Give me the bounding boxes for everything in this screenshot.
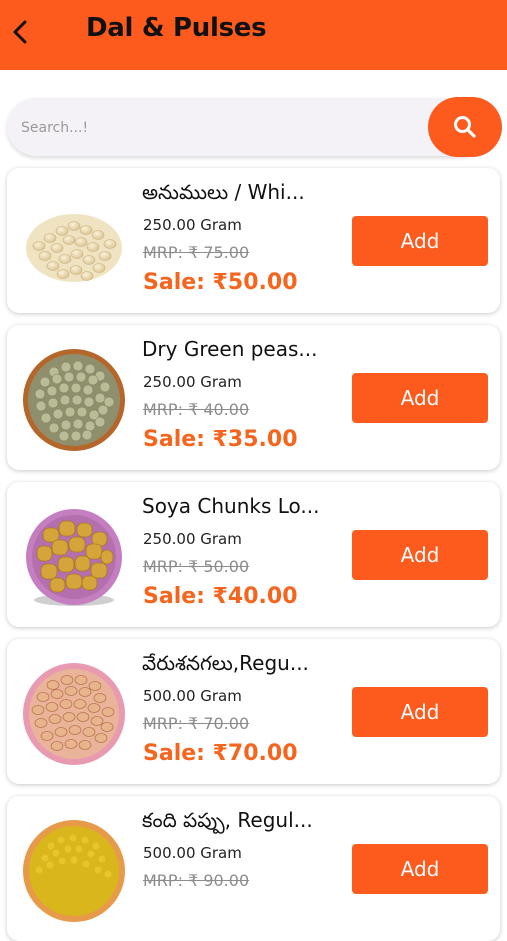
add-to-cart-button[interactable]: Add <box>352 530 488 580</box>
add-to-cart-button[interactable]: Add <box>352 216 488 266</box>
add-to-cart-button[interactable]: Add <box>352 687 488 737</box>
product-sale-price: Sale: ₹50.00 <box>143 270 298 295</box>
product-card[interactable]: కంది పప్పు, Regul... 500.00 Gram MRP: ₹ … <box>7 796 500 941</box>
product-name: Dry Green peas... <box>142 337 318 361</box>
product-name: అనుములు / Whi... <box>142 180 305 204</box>
add-to-cart-button[interactable]: Add <box>352 844 488 894</box>
product-card[interactable]: అనుములు / Whi... 250.00 Gram MRP: ₹ 75.0… <box>7 168 500 313</box>
product-sale-price: Sale: ₹35.00 <box>143 427 298 452</box>
product-card[interactable]: Soya Chunks Lo... 250.00 Gram MRP: ₹ 50.… <box>7 482 500 627</box>
product-sale-price: Sale: ₹40.00 <box>143 584 298 609</box>
add-to-cart-button[interactable]: Add <box>352 373 488 423</box>
back-button[interactable] <box>6 14 34 50</box>
product-name: Soya Chunks Lo... <box>142 494 320 518</box>
chevron-left-icon <box>13 20 27 44</box>
product-card[interactable]: Dry Green peas... 250.00 Gram MRP: ₹ 40.… <box>7 325 500 470</box>
product-mrp: MRP: ₹ 50.00 <box>143 557 250 576</box>
product-image-green-peas <box>21 347 127 453</box>
product-quantity: 250.00 Gram <box>143 216 242 234</box>
product-quantity: 250.00 Gram <box>143 373 242 391</box>
product-name: కంది పప్పు, Regul... <box>142 808 313 832</box>
product-image-soya-chunks <box>21 504 127 610</box>
search-bar <box>7 98 489 156</box>
app-header: Dal & Pulses <box>0 0 507 70</box>
search-input[interactable] <box>19 112 413 144</box>
search-button[interactable] <box>428 97 502 157</box>
product-quantity: 500.00 Gram <box>143 844 242 862</box>
product-image-white-beans <box>21 190 127 296</box>
product-image-toor-dal <box>21 818 127 924</box>
product-image-peanuts <box>21 661 127 767</box>
product-mrp: MRP: ₹ 90.00 <box>143 871 250 890</box>
product-card[interactable]: వేరుశనగలు,Regu... 500.00 Gram MRP: ₹ 70.… <box>7 639 500 784</box>
product-mrp: MRP: ₹ 75.00 <box>143 243 250 262</box>
product-sale-price: Sale: ₹70.00 <box>143 741 298 766</box>
search-icon <box>454 116 476 138</box>
product-mrp: MRP: ₹ 40.00 <box>143 400 250 419</box>
product-quantity: 250.00 Gram <box>143 530 242 548</box>
product-quantity: 500.00 Gram <box>143 687 242 705</box>
product-mrp: MRP: ₹ 70.00 <box>143 714 250 733</box>
product-name: వేరుశనగలు,Regu... <box>142 651 309 675</box>
page-title: Dal & Pulses <box>86 13 267 43</box>
